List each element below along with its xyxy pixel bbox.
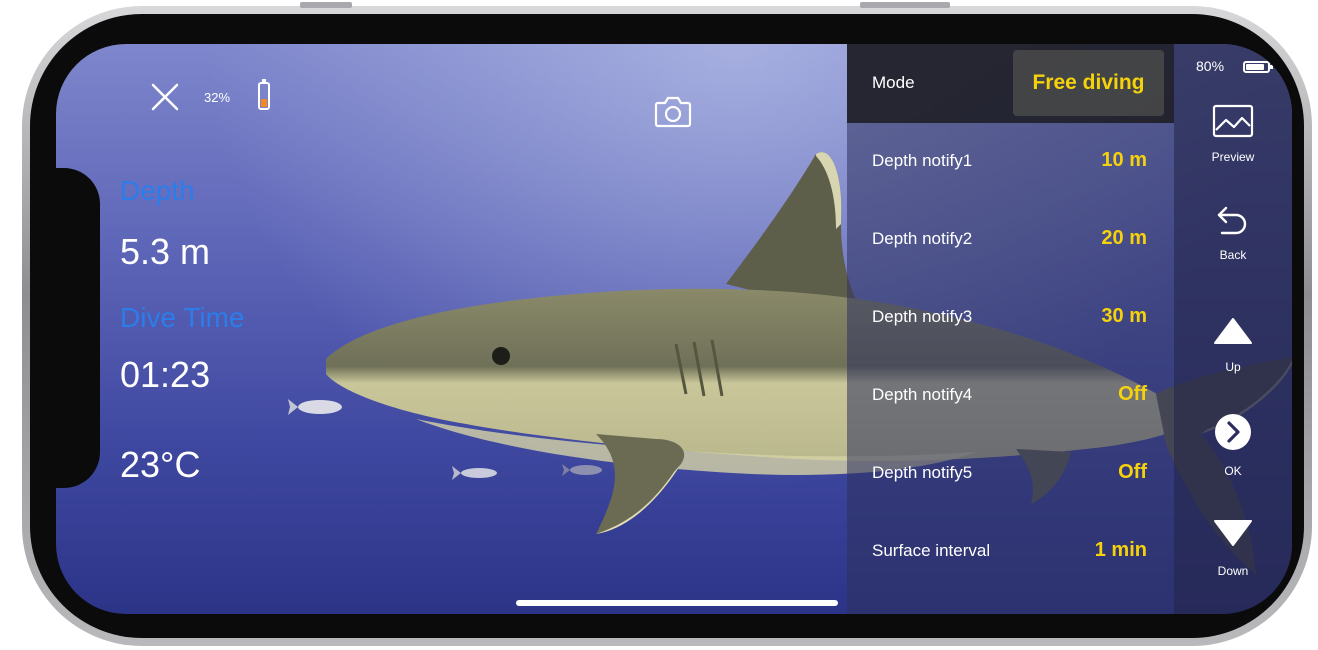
battery-icon (258, 79, 270, 110)
ok-button[interactable]: OK (1193, 410, 1273, 490)
volume-button (300, 2, 352, 8)
temperature-value: 23°C (120, 444, 201, 485)
up-button[interactable]: Up (1193, 312, 1273, 392)
fish-image (288, 399, 342, 415)
camera-battery-percent: 32% (204, 90, 231, 105)
setting-label: Depth notify1 (872, 151, 973, 170)
chevron-right-circle-icon (1215, 414, 1251, 450)
setting-row-depth-notify4[interactable]: Depth notify4 Off (847, 357, 1174, 435)
setting-value: 1 min (1094, 539, 1147, 561)
image-icon (1212, 104, 1254, 138)
power-button (860, 2, 950, 8)
setting-label: Surface interval (872, 541, 991, 560)
mode-label: Mode (872, 73, 915, 92)
depth-value: 5.3 m (120, 231, 211, 272)
ok-label: OK (1224, 464, 1242, 478)
setting-value: Off (1118, 461, 1147, 483)
battery-level-fill (261, 99, 267, 107)
setting-row-depth-notify2[interactable]: Depth notify2 20 m (847, 201, 1174, 279)
fish-image (452, 466, 497, 480)
triangle-up-icon (1214, 318, 1252, 344)
fish-image (562, 464, 602, 476)
up-label: Up (1225, 360, 1241, 374)
mode-row: Mode Free diving (847, 44, 1174, 123)
back-label: Back (1219, 248, 1247, 262)
setting-value: 20 m (1101, 227, 1147, 249)
setting-label: Depth notify3 (872, 307, 973, 326)
home-indicator[interactable] (516, 600, 838, 606)
camera-icon[interactable] (654, 94, 692, 128)
setting-label: Depth notify2 (872, 229, 973, 248)
phone-battery-percent: 80% (1196, 58, 1225, 74)
nav-column: 80% Preview Back Up OK Down (1174, 44, 1292, 614)
dive-time-label: Dive Time (120, 302, 245, 333)
battery-level-fill (1246, 64, 1265, 70)
setting-row-depth-notify3[interactable]: Depth notify3 30 m (847, 279, 1174, 357)
setting-label: Depth notify4 (872, 385, 973, 404)
depth-label: Depth (120, 175, 195, 206)
down-label: Down (1217, 564, 1249, 578)
setting-value: 10 m (1101, 149, 1147, 171)
dive-time-value: 01:23 (120, 354, 211, 395)
back-button[interactable]: Back (1193, 202, 1273, 282)
back-arrow-icon (1217, 206, 1247, 235)
close-icon[interactable] (150, 82, 180, 112)
down-button[interactable]: Down (1193, 514, 1273, 594)
setting-row-depth-notify5[interactable]: Depth notify5 Off (847, 435, 1174, 513)
phone-notch (56, 168, 100, 488)
preview-label: Preview (1211, 150, 1255, 164)
battery-icon (1243, 61, 1273, 73)
mode-value-button[interactable]: Free diving (1013, 50, 1164, 116)
setting-row-surface-interval[interactable]: Surface interval 1 min (847, 513, 1174, 591)
triangle-down-icon (1214, 520, 1252, 546)
setting-value: Off (1118, 383, 1147, 405)
camera-screen: 32% Depth 5.3 m Dive Time 01:23 23°C Mod… (56, 44, 1292, 614)
setting-value: 30 m (1101, 305, 1147, 327)
settings-panel: Mode Free diving Depth notify1 10 m Dept… (847, 44, 1174, 614)
setting-row-depth-notify1[interactable]: Depth notify1 10 m (847, 123, 1174, 201)
preview-button[interactable]: Preview (1193, 100, 1273, 180)
setting-label: Depth notify5 (872, 463, 973, 482)
